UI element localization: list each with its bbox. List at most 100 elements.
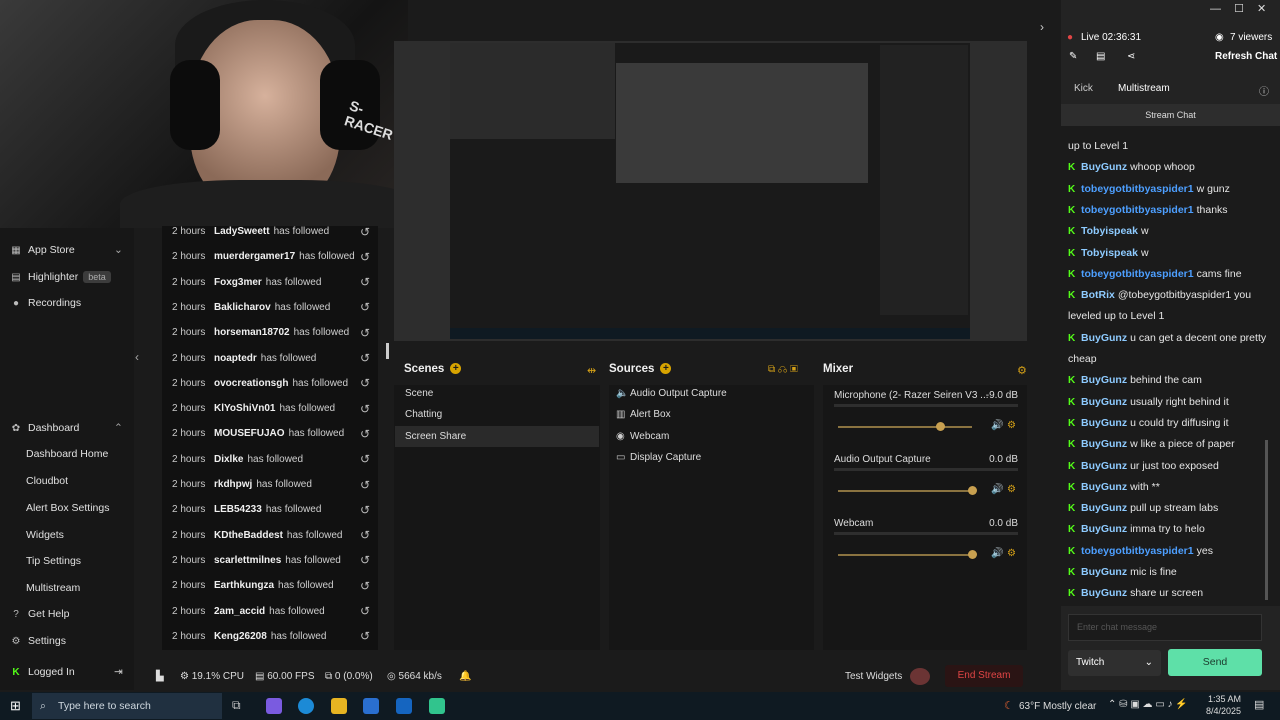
gear-icon[interactable]: ⚙ bbox=[1007, 484, 1016, 495]
sidebar-item-multistream[interactable]: Multistream bbox=[0, 577, 134, 599]
chat-username[interactable]: BuyGunz bbox=[1081, 502, 1127, 514]
tab-kick[interactable]: Kick bbox=[1074, 83, 1093, 94]
test-widgets-button[interactable]: Test Widgets bbox=[845, 671, 902, 682]
chat-username[interactable]: BuyGunz bbox=[1081, 438, 1127, 450]
replay-icon[interactable]: ↺ bbox=[360, 553, 370, 567]
chat-username[interactable]: BuyGunz bbox=[1081, 417, 1127, 429]
scene-item[interactable]: Screen Share bbox=[395, 425, 599, 447]
replay-icon[interactable]: ↺ bbox=[360, 604, 370, 618]
refresh-chat-button[interactable]: Refresh Chat bbox=[1215, 51, 1277, 62]
speaker-icon[interactable]: 🔊 bbox=[991, 548, 1003, 559]
copilot-icon[interactable] bbox=[266, 698, 282, 714]
chat-username[interactable]: BuyGunz bbox=[1081, 332, 1127, 344]
replay-icon[interactable]: ↺ bbox=[360, 528, 370, 542]
bell-icon[interactable]: 🔔 bbox=[459, 671, 471, 682]
chevron-left-icon[interactable]: ‹ bbox=[135, 350, 139, 364]
file-explorer-icon[interactable] bbox=[331, 698, 347, 714]
chat-username[interactable]: BotRix bbox=[1081, 289, 1115, 301]
chat-username[interactable]: BuyGunz bbox=[1081, 523, 1127, 535]
chat-username[interactable]: tobeygotbitbyaspider1 bbox=[1081, 268, 1194, 280]
add-scene-button[interactable]: + bbox=[450, 363, 462, 375]
chat-username[interactable]: BuyGunz bbox=[1081, 587, 1127, 599]
replay-icon[interactable]: ↺ bbox=[360, 275, 370, 289]
scene-item[interactable]: Chatting bbox=[395, 404, 599, 425]
replay-icon[interactable]: ↺ bbox=[360, 326, 370, 340]
sidebar-item-recordings[interactable]: ● Recordings bbox=[0, 292, 134, 314]
gear-icon[interactable]: ⚙ bbox=[1007, 420, 1016, 431]
edge-icon[interactable] bbox=[298, 698, 314, 714]
speaker-icon[interactable]: 🔊 bbox=[991, 484, 1003, 495]
divider-handle[interactable] bbox=[386, 343, 389, 359]
maximize-icon[interactable]: ☐ bbox=[1234, 3, 1244, 15]
source-item[interactable]: ▭ Display Capture bbox=[610, 447, 812, 468]
clipboard-icon[interactable]: ▤ bbox=[1096, 51, 1105, 62]
edit-icon[interactable]: ✎ bbox=[1069, 51, 1077, 62]
chevron-right-icon[interactable]: › bbox=[1040, 20, 1044, 34]
replay-icon[interactable]: ↺ bbox=[360, 478, 370, 492]
source-item[interactable]: ◉ Webcam bbox=[610, 426, 812, 447]
chat-username[interactable]: tobeygotbitbyaspider1 bbox=[1081, 204, 1194, 216]
volume-slider-knob[interactable] bbox=[968, 486, 977, 495]
add-source-button[interactable]: + bbox=[660, 363, 672, 375]
replay-icon[interactable]: ↺ bbox=[360, 629, 370, 643]
mixer-settings-icon[interactable]: ⚙ bbox=[1017, 364, 1027, 377]
sidebar-item-settings[interactable]: ⚙ Settings bbox=[0, 630, 134, 652]
stream-preview[interactable] bbox=[394, 41, 1027, 341]
tab-multistream[interactable]: Multistream bbox=[1118, 83, 1170, 94]
sidebar-item-dashboard-home[interactable]: Dashboard Home bbox=[0, 443, 134, 465]
replay-icon[interactable]: ↺ bbox=[360, 300, 370, 314]
info-icon[interactable]: ⓘ bbox=[1259, 83, 1269, 98]
end-stream-button[interactable]: End Stream bbox=[945, 665, 1023, 687]
chat-username[interactable]: BuyGunz bbox=[1081, 396, 1127, 408]
replay-icon[interactable]: ↺ bbox=[360, 376, 370, 390]
source-item[interactable]: ▥ Alert Box bbox=[610, 404, 812, 425]
volume-slider-knob[interactable] bbox=[968, 550, 977, 559]
logout-icon[interactable]: ⇥ bbox=[114, 666, 123, 678]
taskbar-search[interactable]: ⌕ Type here to search bbox=[32, 693, 222, 719]
clock-time[interactable]: 1:35 AM bbox=[1208, 694, 1241, 704]
replay-icon[interactable]: ↺ bbox=[360, 226, 370, 239]
volume-slider-knob[interactable] bbox=[935, 422, 945, 431]
volume-slider[interactable] bbox=[838, 490, 972, 492]
chat-username[interactable]: Tobyispeak bbox=[1081, 225, 1138, 237]
replay-icon[interactable]: ↺ bbox=[360, 503, 370, 517]
tray-icons[interactable]: ⌃ ⛁ ▣ ☁ ▭ ♪ ⚡ bbox=[1108, 699, 1188, 710]
chat-username[interactable]: BuyGunz bbox=[1081, 481, 1127, 493]
replay-icon[interactable]: ↺ bbox=[360, 427, 370, 441]
replay-icon[interactable]: ↺ bbox=[360, 452, 370, 466]
chat-input[interactable]: Enter chat message bbox=[1068, 614, 1262, 641]
windows-start-icon[interactable]: ⊞ bbox=[10, 698, 21, 714]
replay-icon[interactable]: ↺ bbox=[360, 351, 370, 365]
replay-icon[interactable]: ↺ bbox=[360, 250, 370, 264]
chat-username[interactable]: BuyGunz bbox=[1081, 566, 1127, 578]
sidebar-item-dashboard[interactable]: ✿ Dashboard ⌃ bbox=[0, 417, 134, 439]
sidebar-item-highlighter[interactable]: ▤ Highlighter beta bbox=[0, 266, 134, 288]
clock-date[interactable]: 8/4/2025 bbox=[1206, 706, 1241, 716]
sidebar-item-get-help[interactable]: ? Get Help bbox=[0, 603, 134, 625]
platform-select[interactable]: Twitch ⌄ bbox=[1068, 650, 1161, 676]
record-button[interactable] bbox=[910, 668, 930, 685]
chat-username[interactable]: BuyGunz bbox=[1081, 161, 1127, 173]
scene-item[interactable]: Scene bbox=[395, 383, 599, 404]
store-icon[interactable] bbox=[363, 698, 379, 714]
minimize-icon[interactable]: — bbox=[1210, 3, 1221, 15]
replay-icon[interactable]: ↺ bbox=[360, 579, 370, 593]
source-tools-icon[interactable]: ⧉ ☊ ▣ bbox=[768, 364, 798, 375]
sidebar-item-tip-settings[interactable]: Tip Settings bbox=[0, 550, 134, 572]
streamlabs-icon[interactable] bbox=[429, 698, 445, 714]
chat-username[interactable]: tobeygotbitbyaspider1 bbox=[1081, 545, 1194, 557]
chat-username[interactable]: BuyGunz bbox=[1081, 374, 1127, 386]
transition-icon[interactable]: ⇹ bbox=[587, 364, 596, 377]
stats-icon[interactable]: ▙ bbox=[156, 671, 164, 682]
source-item[interactable]: 🔈 Audio Output Capture bbox=[610, 383, 812, 404]
task-view-icon[interactable]: ⧉ bbox=[232, 698, 248, 714]
gear-icon[interactable]: ⚙ bbox=[1007, 548, 1016, 559]
sidebar-item-cloudbot[interactable]: Cloudbot bbox=[0, 470, 134, 492]
outlook-icon[interactable] bbox=[396, 698, 412, 714]
speaker-icon[interactable]: 🔊 bbox=[991, 420, 1003, 431]
share-icon[interactable]: ⋖ bbox=[1127, 51, 1135, 62]
close-icon[interactable]: ✕ bbox=[1257, 3, 1266, 15]
send-button[interactable]: Send bbox=[1168, 649, 1262, 676]
chat-username[interactable]: BuyGunz bbox=[1081, 460, 1127, 472]
notification-icon[interactable]: ▤ bbox=[1254, 698, 1264, 711]
